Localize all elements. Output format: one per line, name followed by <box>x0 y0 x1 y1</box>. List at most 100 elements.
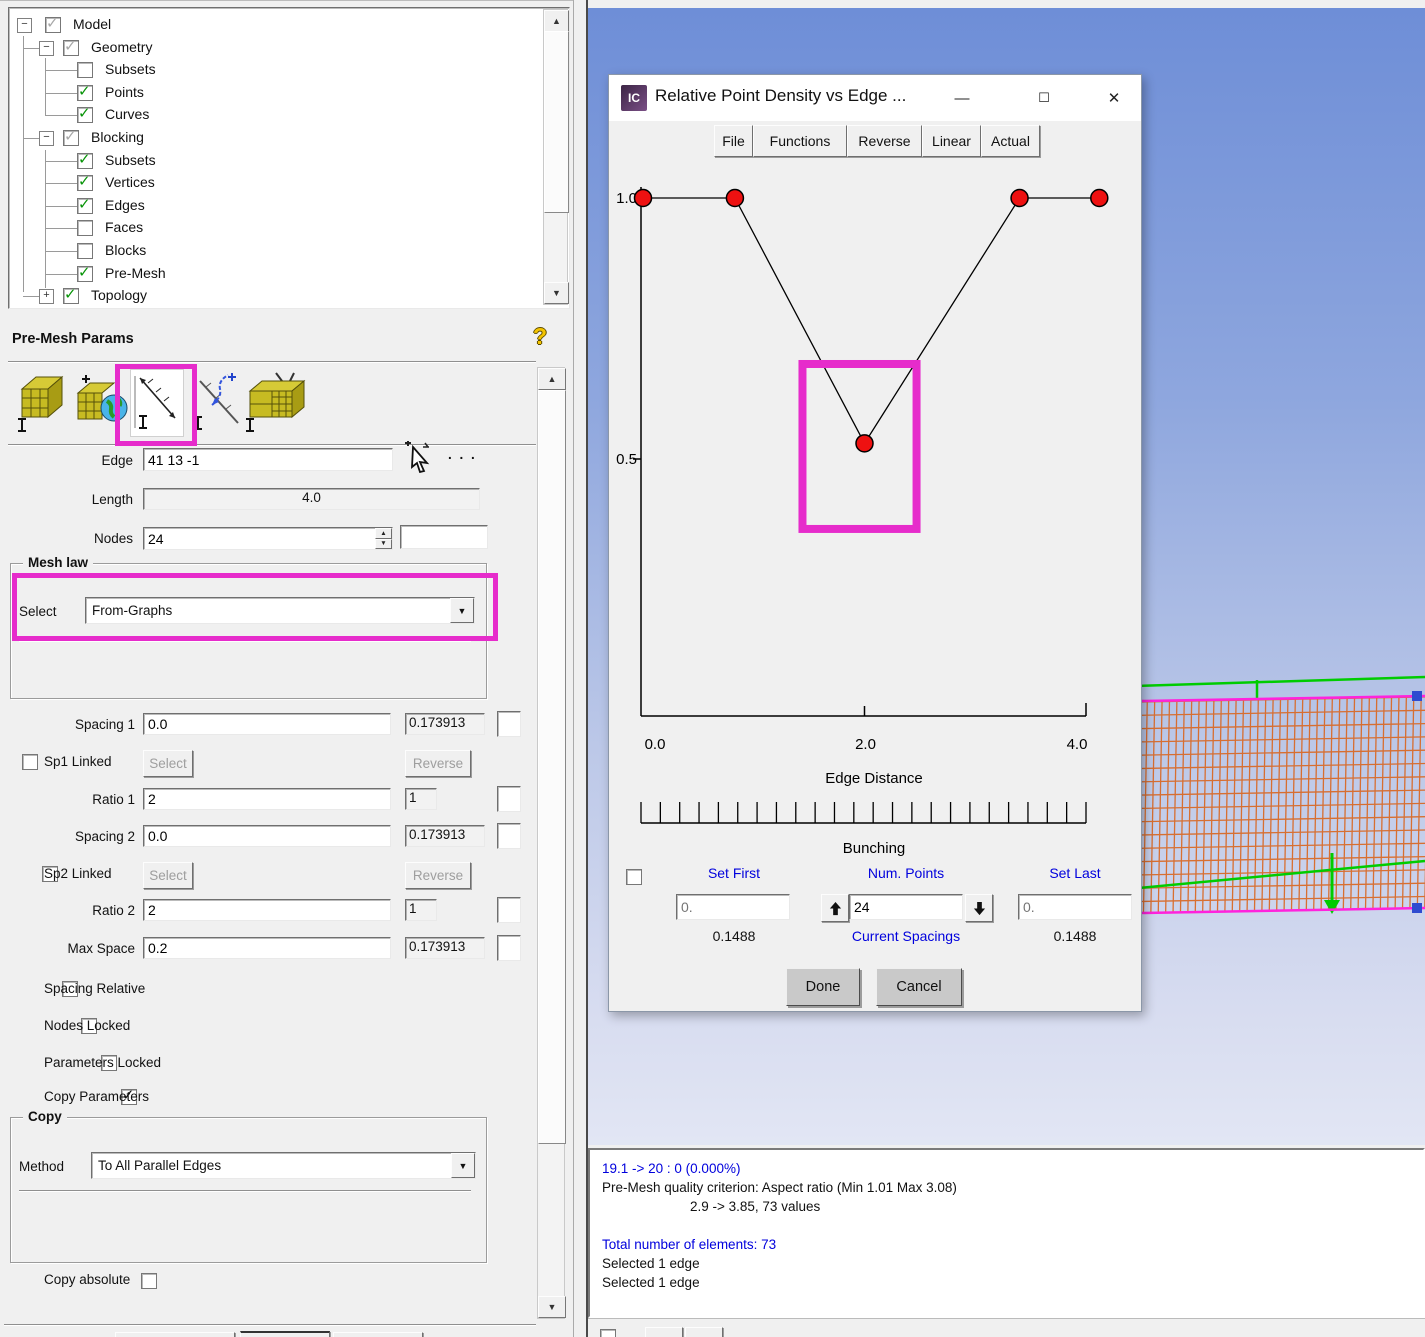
tree-row-vertices[interactable]: ✓ Vertices <box>9 172 529 194</box>
scroll-up-icon[interactable]: ▲ <box>538 368 566 390</box>
tree-checkbox-blocking[interactable]: ✓ <box>63 128 79 146</box>
block-vertex[interactable] <box>1412 903 1422 913</box>
sp1-linked-checkbox[interactable]: ✓ <box>22 754 38 771</box>
tree-checkbox-edges[interactable]: ✓ <box>77 196 93 214</box>
density-chart[interactable]: 0.0 2.0 4.00.51.0Edge DistanceBunching <box>609 165 1141 865</box>
spacing2-option-box[interactable] <box>497 823 521 849</box>
block-params-icon[interactable] <box>16 371 68 436</box>
tree-checkbox-model[interactable]: ✓ <box>45 15 61 33</box>
max-space-option-box[interactable] <box>497 935 521 961</box>
tree-row-pre-mesh[interactable]: ✓ Pre-Mesh <box>9 263 529 285</box>
nodes-input-field[interactable] <box>144 528 375 549</box>
menu-button-functions[interactable]: Functions <box>753 125 847 157</box>
spacing2-input[interactable] <box>143 825 391 847</box>
tree-checkbox-vertices[interactable]: ✓ <box>77 173 93 192</box>
tree-checkbox-geometry[interactable]: ✓ <box>63 38 79 56</box>
tree-checkbox-subsets[interactable]: ✓ <box>77 62 93 79</box>
set-first-label[interactable]: Set First <box>679 865 789 881</box>
density-point-0[interactable] <box>633 188 653 208</box>
nodes-spinner[interactable]: ▲ ▼ <box>375 528 392 549</box>
tree-row-blocking[interactable]: − ✓ Blocking <box>9 127 529 149</box>
block-edge-bottom[interactable] <box>1139 906 1425 915</box>
sp1-reverse-button[interactable]: Reverse <box>405 750 471 777</box>
copy-method-select[interactable]: To All Parallel Edges ▼ <box>91 1152 476 1179</box>
density-point-1[interactable] <box>725 188 745 208</box>
ratio2-field[interactable] <box>144 900 390 920</box>
tree-checkbox-faces[interactable]: ✓ <box>77 220 93 237</box>
tree-scroll-thumb[interactable] <box>544 31 569 213</box>
params-scrollbar[interactable]: ▲ ▼ <box>537 367 566 1319</box>
menu-button-reverse[interactable]: Reverse <box>847 125 922 157</box>
tree-expander-icon[interactable]: − <box>39 40 54 56</box>
message-log[interactable]: 19.1 -> 20 : 0 (0.000%) Pre-Mesh quality … <box>588 1148 1425 1318</box>
dialog-option-checkbox[interactable]: ✓ <box>626 869 642 886</box>
edge-more-button[interactable]: . . . <box>448 447 477 462</box>
tree-row-subsets[interactable]: ✓ Subsets <box>9 59 529 81</box>
tree-scrollbar[interactable]: ▲ ▼ <box>543 9 569 305</box>
tree-checkbox-blocks[interactable]: ✓ <box>77 243 93 259</box>
scroll-up-icon[interactable]: ▲ <box>544 10 569 32</box>
block-vertex[interactable] <box>1412 691 1422 701</box>
chevron-down-icon[interactable]: ▼ <box>451 1153 475 1178</box>
surface-params-icon[interactable] <box>74 371 130 436</box>
density-point-3[interactable] <box>1010 188 1029 208</box>
ratio2-input[interactable] <box>143 899 391 921</box>
set-last-input[interactable] <box>1018 894 1132 920</box>
tree-row-points[interactable]: ✓ Points <box>9 82 529 104</box>
set-last-label[interactable]: Set Last <box>1020 865 1130 881</box>
log-button-partial[interactable] <box>645 1327 683 1337</box>
tree-row-faces[interactable]: ✓ Faces <box>9 217 529 239</box>
spacing1-field[interactable] <box>144 714 390 734</box>
mesh-law-select[interactable]: From-Graphs ▼ <box>85 597 475 624</box>
tree-expander-icon[interactable]: + <box>39 289 54 305</box>
tree-row-curves[interactable]: ✓ Curves <box>9 104 529 126</box>
tree-expander-icon[interactable]: − <box>39 131 54 146</box>
copy-absolute-checkbox[interactable]: ✓ <box>140 1273 157 1290</box>
max-space-field[interactable] <box>144 938 390 958</box>
nodes-extra-input[interactable] <box>400 525 488 549</box>
tree-checkbox-curves[interactable]: ✓ <box>77 105 93 124</box>
nodes-stepper[interactable]: ▲▼ <box>143 527 393 550</box>
dismiss-button-partial[interactable] <box>333 1332 423 1337</box>
ok-button-partial[interactable] <box>240 1331 330 1337</box>
tree-row-edges[interactable]: ✓ Edges <box>9 195 529 217</box>
density-point-2[interactable] <box>855 434 874 453</box>
tree-row-blocks[interactable]: ✓ Blocks <box>9 240 529 262</box>
done-button[interactable]: Done <box>786 968 860 1006</box>
menu-button-linear[interactable]: Linear <box>922 125 981 157</box>
mesh-type-icon[interactable] <box>246 371 308 436</box>
set-first-input[interactable] <box>676 894 790 920</box>
num-points-increase-button[interactable] <box>821 894 849 922</box>
set-first-field[interactable] <box>677 895 789 919</box>
ratio2-option-box[interactable] <box>497 897 521 923</box>
num-points-input[interactable] <box>849 894 963 920</box>
cancel-button[interactable]: Cancel <box>876 968 962 1006</box>
chevron-down-icon[interactable]: ▼ <box>450 598 474 623</box>
num-points-decrease-button[interactable] <box>965 894 993 922</box>
tree-expander-icon[interactable]: − <box>17 18 32 33</box>
tree-checkbox-points[interactable]: ✓ <box>77 83 93 101</box>
sp2-select-button[interactable]: Select <box>143 862 193 889</box>
current-spacings-label[interactable]: Current Spacings <box>846 928 966 944</box>
spacing2-field[interactable] <box>144 826 390 846</box>
max-space-input[interactable] <box>143 937 391 959</box>
tree-row-topology[interactable]: + ✓ Topology <box>9 285 529 307</box>
num-points-label[interactable]: Num. Points <box>846 865 966 881</box>
tree-row-subsets[interactable]: ✓ Subsets <box>9 150 529 172</box>
help-icon[interactable]: ? <box>533 323 547 350</box>
select-cursor-icon[interactable] <box>403 440 437 476</box>
menu-button-actual[interactable]: Actual <box>981 125 1040 157</box>
ratio1-option-box[interactable] <box>497 786 521 812</box>
set-last-field[interactable] <box>1019 895 1131 919</box>
minimize-icon[interactable]: — <box>947 83 977 113</box>
tree-checkbox-topology[interactable]: ✓ <box>63 286 79 305</box>
tree-row-geometry[interactable]: − ✓ Geometry <box>9 37 529 59</box>
copy-params-icon[interactable] <box>192 371 248 436</box>
panel-splitter[interactable] <box>573 0 588 1337</box>
scroll-down-icon[interactable]: ▼ <box>538 1296 566 1318</box>
tree-row-model[interactable]: − ✓ Model <box>9 14 529 36</box>
apply-button-partial[interactable] <box>115 1332 235 1337</box>
scroll-down-icon[interactable]: ▼ <box>544 282 569 304</box>
ratio1-input[interactable] <box>143 788 391 810</box>
tree-checkbox-pre-mesh[interactable]: ✓ <box>77 264 93 282</box>
